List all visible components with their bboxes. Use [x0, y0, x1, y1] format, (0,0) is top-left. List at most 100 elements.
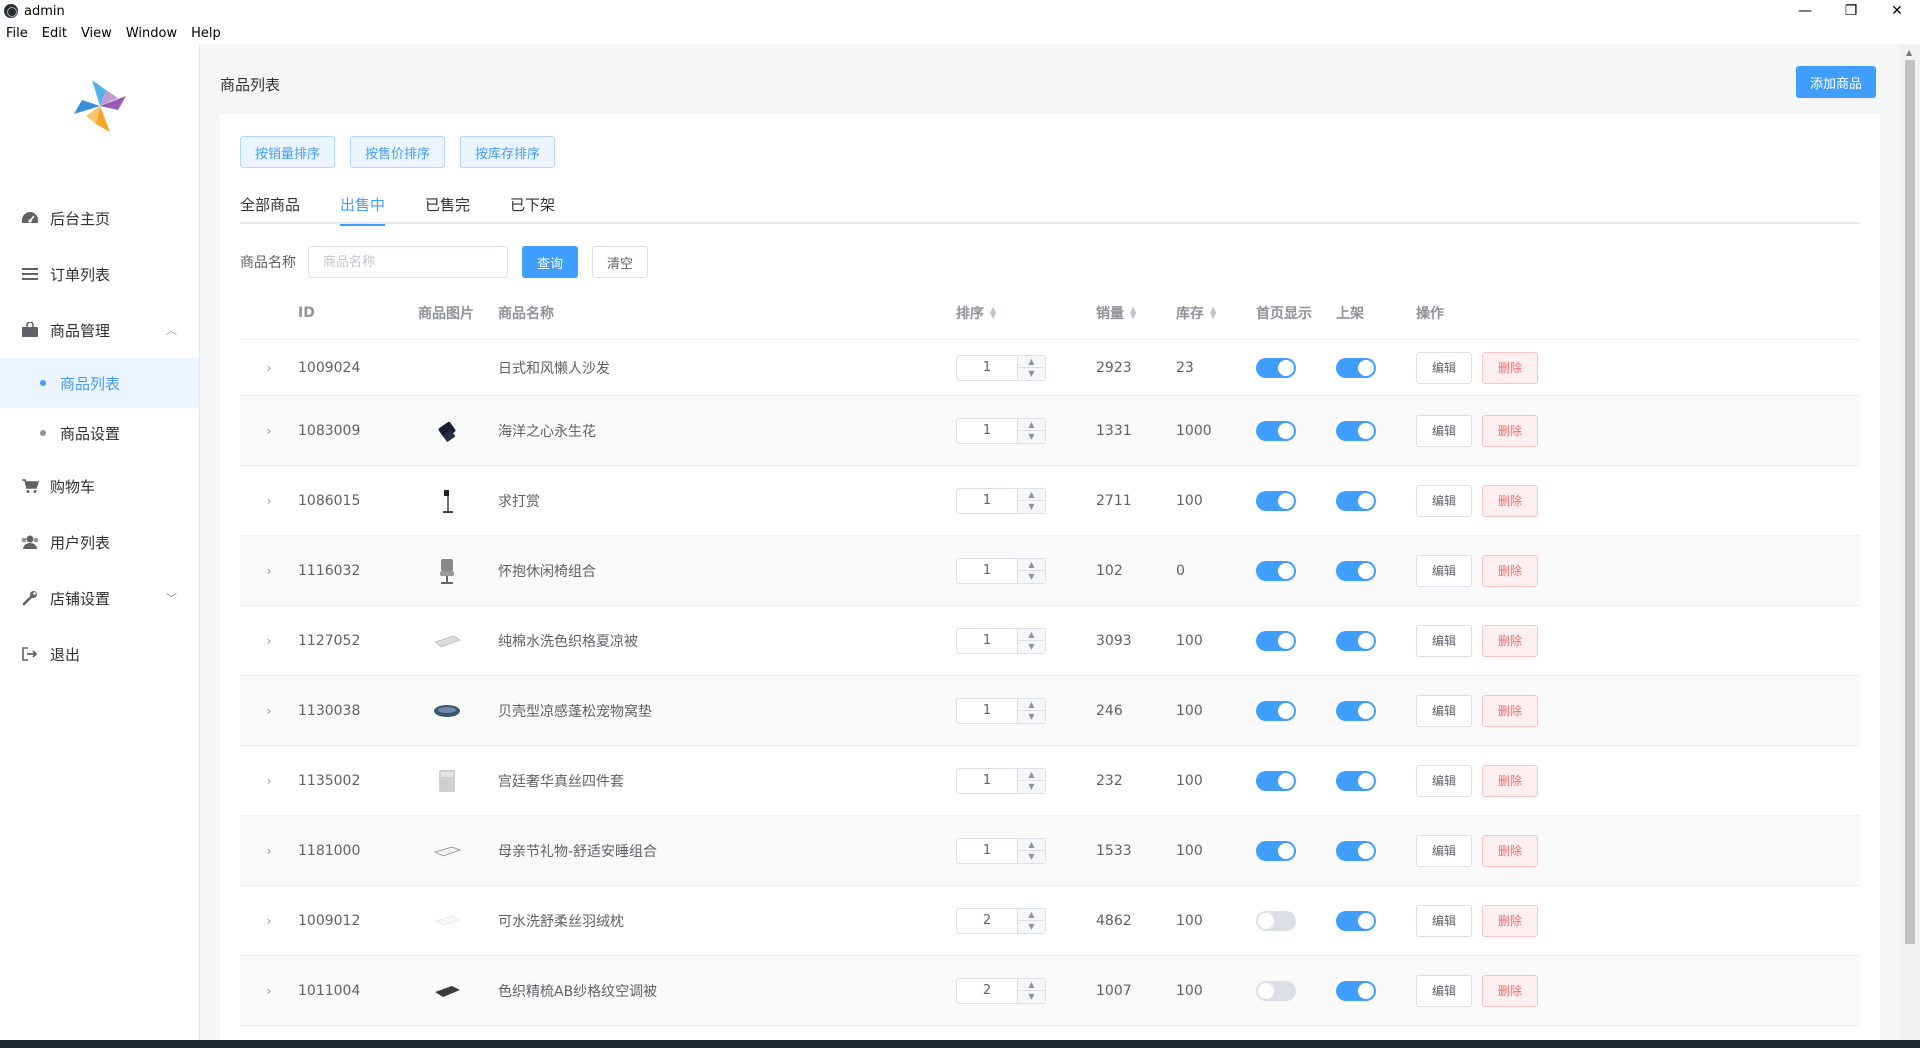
home-display-toggle[interactable] [1256, 910, 1296, 931]
sidebar-item-product-list[interactable]: 商品列表 [0, 358, 199, 408]
sort-order-stepper[interactable]: 1 ▲ ▼ [956, 697, 1046, 724]
expand-row-chevron-icon[interactable]: › [240, 634, 298, 648]
delete-button[interactable]: 删除 [1482, 484, 1538, 517]
delete-button[interactable]: 删除 [1482, 974, 1538, 1007]
on-shelf-toggle[interactable] [1336, 420, 1376, 441]
sort-order-stepper[interactable]: 1 ▲ ▼ [956, 557, 1046, 584]
delete-button[interactable]: 删除 [1482, 694, 1538, 727]
delete-button[interactable]: 删除 [1482, 904, 1538, 937]
add-product-button[interactable]: 添加商品 [1796, 66, 1876, 98]
increment-icon[interactable]: ▲ [1018, 628, 1045, 641]
edit-button[interactable]: 编辑 [1416, 974, 1472, 1007]
on-shelf-toggle[interactable] [1336, 630, 1376, 651]
sidebar-item-orders[interactable]: 订单列表 [0, 246, 199, 302]
sidebar-item-logout[interactable]: 退出 [0, 626, 199, 682]
edit-button[interactable]: 编辑 [1416, 351, 1472, 384]
decrement-icon[interactable]: ▼ [1018, 711, 1045, 723]
decrement-icon[interactable]: ▼ [1018, 921, 1045, 933]
increment-icon[interactable]: ▲ [1018, 355, 1045, 368]
column-header-sales[interactable]: 销量 ▲ ▼ [1096, 303, 1176, 323]
column-header-stock[interactable]: 库存 ▲ ▼ [1176, 303, 1256, 323]
minimize-icon[interactable]: — [1782, 0, 1828, 22]
decrement-icon[interactable]: ▼ [1018, 368, 1045, 380]
tab-off-shelf[interactable]: 已下架 [510, 184, 555, 224]
sort-order-value[interactable]: 1 [957, 489, 1017, 513]
decrement-icon[interactable]: ▼ [1018, 781, 1045, 793]
delete-button[interactable]: 删除 [1482, 624, 1538, 657]
increment-icon[interactable]: ▲ [1018, 768, 1045, 781]
sidebar-item-products[interactable]: 商品管理 ︿ [0, 302, 199, 358]
tab-on-sale[interactable]: 出售中 [340, 184, 386, 226]
decrement-icon[interactable]: ▼ [1018, 991, 1045, 1003]
edit-button[interactable]: 编辑 [1416, 834, 1472, 867]
sort-order-value[interactable]: 2 [957, 909, 1017, 933]
sort-order-stepper[interactable]: 1 ▲ ▼ [956, 487, 1046, 514]
sort-order-stepper[interactable]: 1 ▲ ▼ [956, 837, 1046, 864]
home-display-toggle[interactable] [1256, 840, 1296, 861]
on-shelf-toggle[interactable] [1336, 560, 1376, 581]
sort-caret-icon[interactable]: ▲ ▼ [990, 305, 996, 319]
expand-row-chevron-icon[interactable]: › [240, 984, 298, 998]
increment-icon[interactable]: ▲ [1018, 838, 1045, 851]
sort-order-value[interactable]: 1 [957, 839, 1017, 863]
on-shelf-toggle[interactable] [1336, 490, 1376, 511]
scrollbar-thumb[interactable] [1905, 60, 1915, 944]
home-display-toggle[interactable] [1256, 420, 1296, 441]
on-shelf-toggle[interactable] [1336, 357, 1376, 378]
home-display-toggle[interactable] [1256, 700, 1296, 721]
sidebar-item-users[interactable]: 用户列表 [0, 514, 199, 570]
expand-row-chevron-icon[interactable]: › [240, 424, 298, 438]
edit-button[interactable]: 编辑 [1416, 554, 1472, 587]
decrement-icon[interactable]: ▼ [1018, 851, 1045, 863]
restore-icon[interactable]: ❐ [1828, 0, 1874, 22]
edit-button[interactable]: 编辑 [1416, 694, 1472, 727]
delete-button[interactable]: 删除 [1482, 554, 1538, 587]
increment-icon[interactable]: ▲ [1018, 418, 1045, 431]
expand-row-chevron-icon[interactable]: › [240, 774, 298, 788]
delete-button[interactable]: 删除 [1482, 414, 1538, 447]
on-shelf-toggle[interactable] [1336, 700, 1376, 721]
sort-by-stock-button[interactable]: 按库存排序 [460, 136, 556, 168]
sidebar-item-cart[interactable]: 购物车 [0, 458, 199, 514]
home-display-toggle[interactable] [1256, 560, 1296, 581]
menu-file[interactable]: File [0, 26, 35, 41]
vertical-scrollbar[interactable]: ▲ [1900, 44, 1920, 1040]
on-shelf-toggle[interactable] [1336, 980, 1376, 1001]
scroll-up-icon[interactable]: ▲ [1906, 48, 1912, 57]
sidebar-item-shop-settings[interactable]: 店铺设置 ﹀ [0, 570, 199, 626]
tab-all[interactable]: 全部商品 [240, 184, 300, 224]
product-name-input[interactable] [308, 246, 508, 278]
decrement-icon[interactable]: ▼ [1018, 641, 1045, 653]
home-display-toggle[interactable] [1256, 770, 1296, 791]
sort-by-price-button[interactable]: 按售价排序 [350, 136, 446, 168]
menu-edit[interactable]: Edit [35, 26, 74, 41]
sort-order-stepper[interactable]: 1 ▲ ▼ [956, 767, 1046, 794]
decrement-icon[interactable]: ▼ [1018, 431, 1045, 443]
edit-button[interactable]: 编辑 [1416, 414, 1472, 447]
edit-button[interactable]: 编辑 [1416, 624, 1472, 657]
increment-icon[interactable]: ▲ [1018, 698, 1045, 711]
sort-order-stepper[interactable]: 2 ▲ ▼ [956, 977, 1046, 1004]
decrement-icon[interactable]: ▼ [1018, 571, 1045, 583]
increment-icon[interactable]: ▲ [1018, 558, 1045, 571]
sort-by-sales-button[interactable]: 按销量排序 [240, 136, 336, 168]
sort-order-value[interactable]: 2 [957, 979, 1017, 1003]
sort-order-stepper[interactable]: 1 ▲ ▼ [956, 417, 1046, 444]
on-shelf-toggle[interactable] [1336, 770, 1376, 791]
menu-window[interactable]: Window [119, 26, 184, 41]
home-display-toggle[interactable] [1256, 980, 1296, 1001]
sort-order-stepper[interactable]: 2 ▲ ▼ [956, 907, 1046, 934]
sort-order-value[interactable]: 1 [957, 629, 1017, 653]
delete-button[interactable]: 删除 [1482, 764, 1538, 797]
sidebar-item-dashboard[interactable]: 后台主页 [0, 190, 199, 246]
clear-button[interactable]: 清空 [592, 246, 648, 278]
sort-order-value[interactable]: 1 [957, 769, 1017, 793]
decrement-icon[interactable]: ▼ [1018, 501, 1045, 513]
expand-row-chevron-icon[interactable]: › [240, 564, 298, 578]
expand-row-chevron-icon[interactable]: › [240, 704, 298, 718]
home-display-toggle[interactable] [1256, 357, 1296, 378]
column-header-sort[interactable]: 排序 ▲ ▼ [956, 303, 1096, 323]
delete-button[interactable]: 删除 [1482, 351, 1538, 384]
menu-view[interactable]: View [74, 26, 119, 41]
search-button[interactable]: 查询 [522, 246, 578, 278]
